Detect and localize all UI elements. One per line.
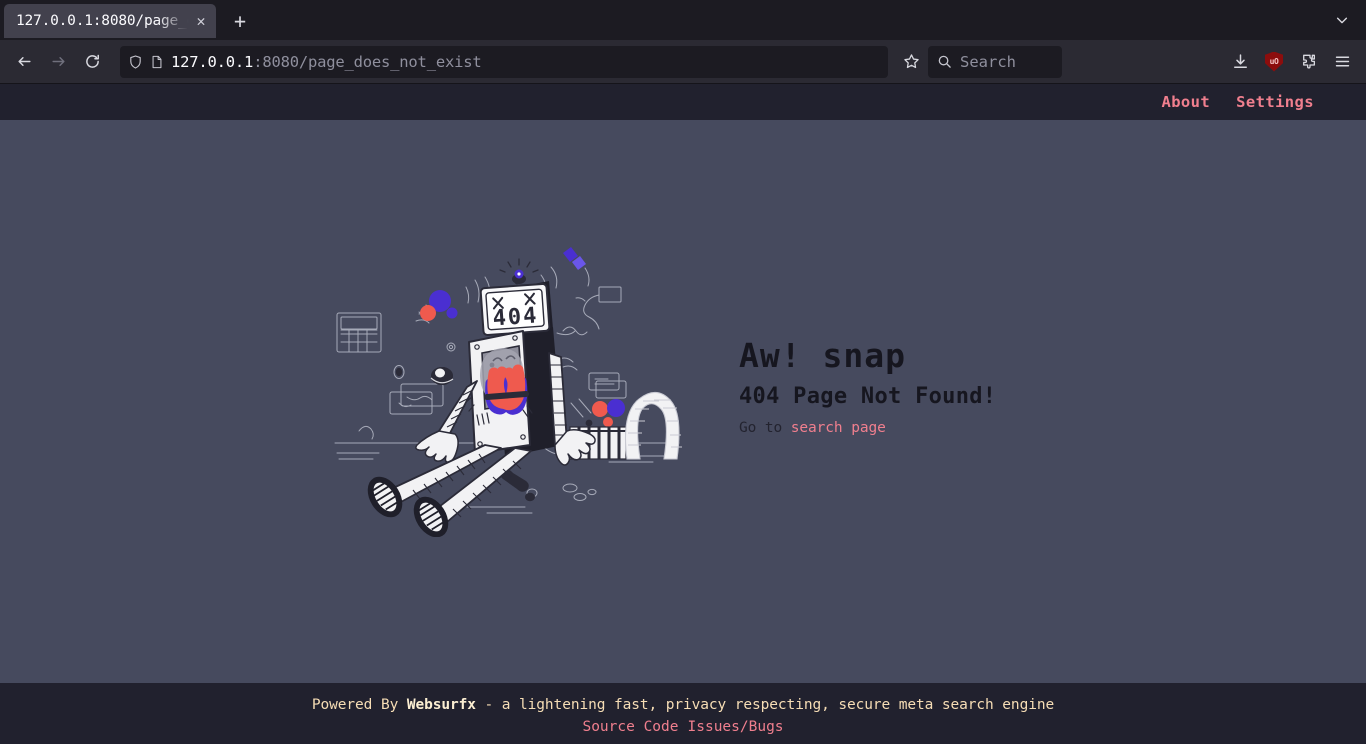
reload-icon[interactable] <box>76 46 108 78</box>
site-footer: Powered By Websurfx - a lightening fast,… <box>0 683 1366 744</box>
search-icon <box>937 54 952 69</box>
star-icon[interactable] <box>896 47 926 77</box>
search-page-link[interactable]: search page <box>791 420 886 436</box>
url-path: :8080/page_does_not_exist <box>253 52 482 71</box>
extensions-icon[interactable] <box>1292 46 1324 78</box>
close-icon[interactable]: ✕ <box>192 12 210 30</box>
hamburger-menu-icon[interactable] <box>1326 46 1358 78</box>
browser-tab[interactable]: 127.0.0.1:8080/page_d ✕ <box>4 4 216 38</box>
footer-links: Source Code Issues/Bugs <box>0 716 1366 738</box>
ublock-shield-label: uO <box>1265 51 1283 72</box>
url-bar[interactable]: 127.0.0.1:8080/page_does_not_exist <box>120 45 888 78</box>
toolbar-right-actions: uO <box>1218 46 1358 78</box>
footer-tagline-text: - a lightening fast, privacy respecting,… <box>475 697 1055 713</box>
tab-strip: 127.0.0.1:8080/page_d ✕ + <box>0 0 1366 40</box>
search-input[interactable]: Search <box>928 45 1062 78</box>
tab-title: 127.0.0.1:8080/page_d <box>16 13 192 29</box>
goto-search-line: Go to search page <box>739 420 1039 436</box>
footer-tagline: Powered By Websurfx - a lightening fast,… <box>0 694 1366 716</box>
error-heading: Aw! snap <box>739 335 906 375</box>
forward-arrow-icon <box>42 46 74 78</box>
error-text-block: Aw! snap 404 Page Not Found! Go to searc… <box>739 335 1039 445</box>
back-arrow-icon[interactable] <box>8 46 40 78</box>
page-viewport: About Settings 404 Aw! snap 404 Page Not… <box>0 84 1366 744</box>
error-subheading: 404 Page Not Found! <box>739 384 997 410</box>
footer-brand: Websurfx <box>406 697 476 713</box>
search-placeholder: Search <box>960 52 1016 71</box>
site-header: About Settings <box>0 84 1366 120</box>
url-host: 127.0.0.1 <box>171 52 254 71</box>
new-tab-button[interactable]: + <box>224 5 256 37</box>
footer-powered-prefix: Powered By <box>311 697 407 713</box>
issues-bugs-link[interactable]: Issues/Bugs <box>688 719 784 735</box>
shield-icon[interactable] <box>128 54 143 70</box>
nav-link-settings[interactable]: Settings <box>1236 93 1314 111</box>
chevron-down-icon[interactable] <box>1328 7 1356 33</box>
nav-link-about[interactable]: About <box>1161 93 1210 111</box>
ublock-origin-icon[interactable]: uO <box>1258 46 1290 78</box>
browser-toolbar: 127.0.0.1:8080/page_does_not_exist Searc… <box>0 40 1366 84</box>
url-text: 127.0.0.1:8080/page_does_not_exist <box>171 53 481 71</box>
broken-robot-404-illustration: 404 <box>327 245 687 537</box>
download-icon[interactable] <box>1224 46 1256 78</box>
goto-prefix: Go to <box>739 420 791 437</box>
source-code-link[interactable]: Source Code <box>582 719 678 735</box>
error-content: 404 Aw! snap 404 Page Not Found! Go to s… <box>0 120 1366 683</box>
browser-window: 127.0.0.1:8080/page_d ✕ + 127.0.0.1:8080… <box>0 0 1366 744</box>
svg-text:404: 404 <box>492 303 539 331</box>
page-icon <box>150 54 164 70</box>
